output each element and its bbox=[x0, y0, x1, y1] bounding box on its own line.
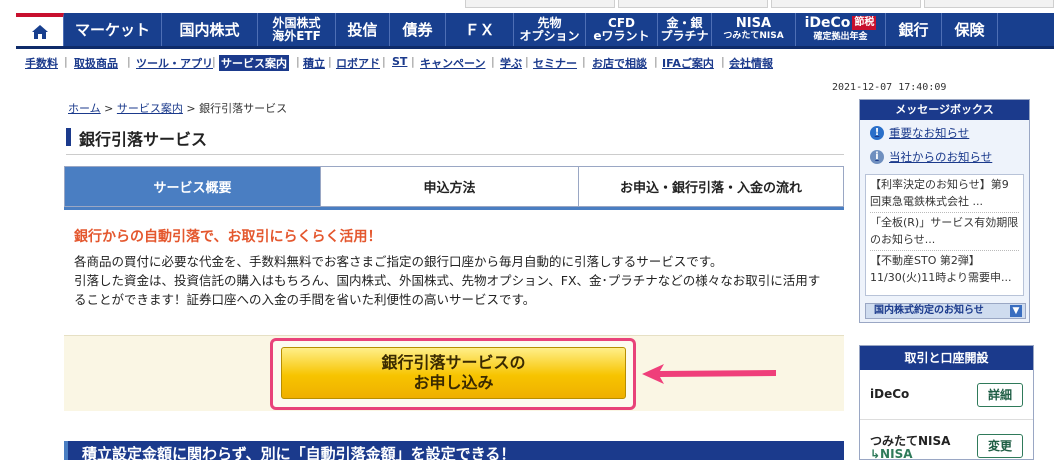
notice-item[interactable]: 【利率決定のお知らせ】第9回東急電鉄株式会社 ... bbox=[870, 177, 1019, 210]
important-notices-label: 重要なお知らせ bbox=[889, 126, 970, 140]
global-nav: マーケット 国内株式 外国株式 海外ETF 投信 債券 ＦＸ 先物 オプション … bbox=[16, 13, 1054, 49]
tab-apply-method[interactable]: 申込方法 bbox=[321, 167, 579, 206]
nav-insurance[interactable]: 保険 bbox=[942, 13, 998, 46]
subnav-tools[interactable]: ツール・アプリ bbox=[136, 55, 213, 71]
nisa-change-button[interactable]: 変更 bbox=[977, 434, 1023, 458]
account-row-nisa: つみたてNISA ↳NISA 変更 bbox=[860, 420, 1033, 460]
breadcrumb-separator: > bbox=[104, 102, 114, 115]
nav-label-line1: iDeCo bbox=[804, 14, 851, 31]
subnav-company[interactable]: 会社情報 bbox=[729, 55, 773, 71]
subnav-roboad[interactable]: ロボアド bbox=[336, 55, 380, 71]
nav-bonds[interactable]: 債券 bbox=[390, 13, 446, 46]
subnav-learn[interactable]: 学ぶ bbox=[500, 55, 522, 71]
company-notices-link[interactable]: i 当社からのお知らせ bbox=[870, 149, 992, 165]
subnav-ifa[interactable]: IFAご案内 bbox=[662, 55, 714, 71]
breadcrumb-home[interactable]: ホーム bbox=[68, 102, 101, 115]
subnav-savings[interactable]: 積立 bbox=[303, 55, 325, 71]
execution-notice-link[interactable]: 国内株式約定のお知らせ ▼ bbox=[865, 303, 1026, 319]
notice-item[interactable]: 【不動産STO 第2弾】11/30(火)11時より需要申... bbox=[870, 253, 1019, 286]
subnav-products[interactable]: 取扱商品 bbox=[74, 55, 118, 71]
next-section-heading: 積立設定金額に関わらず、別に「自動引落金額」を設定できる！ bbox=[64, 441, 844, 460]
message-box-title: メッセージボックス bbox=[860, 100, 1029, 120]
description-line: ることができます！証券口座への入金の手間を省いた利便性の高いサービスです。 bbox=[74, 292, 536, 307]
page-title: 銀行引落サービス bbox=[79, 130, 208, 149]
nav-futures-options[interactable]: 先物 オプション bbox=[514, 13, 586, 46]
subnav-services[interactable]: サービス案内 bbox=[219, 55, 289, 71]
nav-nisa[interactable]: NISA つみたてNISA bbox=[712, 13, 796, 46]
description: 各商品の買付に必要な代金を、手数料無料でお客さまご指定の銀行口座から毎月自動的に… bbox=[74, 252, 849, 309]
account-row-label: iDeCo bbox=[870, 387, 910, 401]
apply-button-line1: 銀行引落サービスの bbox=[381, 353, 526, 372]
subnav-campaign[interactable]: キャンペーン bbox=[420, 55, 485, 71]
timestamp: 2021-12-07 17:40:09 bbox=[832, 82, 947, 93]
breadcrumb-separator: > bbox=[186, 102, 196, 115]
top-tab-stub[interactable] bbox=[618, 0, 768, 8]
important-notices-link[interactable]: ! 重要なお知らせ bbox=[870, 125, 969, 141]
nav-cfd[interactable]: CFD eワラント bbox=[586, 13, 658, 46]
nav-label-line2: 海外ETF bbox=[272, 28, 321, 43]
tab-flow[interactable]: お申込・銀行引落・入金の流れ bbox=[579, 167, 843, 206]
sub-nav: 手数料 | 取扱商品 | ツール・アプリ | サービス案内 | 積立 | ロボアド | ST… bbox=[25, 55, 773, 71]
lead-text: 銀行からの自動引落で、お取引にらくらく活用！ bbox=[74, 229, 382, 245]
notice-item[interactable]: 「全板(R)」サービス有効期限のお知らせ... bbox=[870, 215, 1019, 248]
tab-overview[interactable]: サービス概要 bbox=[65, 167, 321, 206]
account-panel-title: 取引と口座開設 bbox=[860, 346, 1033, 370]
nav-gold-silver[interactable]: 金・銀 プラチナ bbox=[658, 13, 712, 46]
tax-saving-badge: 節税 bbox=[852, 15, 877, 30]
nav-label-line1: 先物 bbox=[537, 15, 562, 30]
content-tabs: サービス概要 申込方法 お申込・銀行引落・入金の流れ bbox=[64, 166, 844, 207]
pointer-arrow-icon bbox=[642, 364, 776, 384]
breadcrumb-current: 銀行引落サービス bbox=[199, 102, 288, 115]
ideco-detail-button[interactable]: 詳細 bbox=[977, 383, 1023, 407]
account-panel: 取引と口座開設 iDeCo 詳細 つみたてNISA ↳NISA 変更 bbox=[859, 345, 1034, 460]
home-icon bbox=[31, 24, 48, 39]
execution-notice-label: 国内株式約定のお知らせ bbox=[874, 305, 984, 316]
nav-label-line2: eワラント bbox=[593, 28, 650, 43]
description-line: 引落した資金は、投資信託の購入はもちろん、国内株式、外国株式、先物オプション、F… bbox=[74, 273, 821, 288]
breadcrumb-services[interactable]: サービス案内 bbox=[117, 102, 183, 115]
nav-label-line2: オプション bbox=[519, 28, 580, 43]
nav-domestic-stocks[interactable]: 国内株式 bbox=[162, 13, 258, 46]
nav-ideco[interactable]: iDeCo 節税 確定拠出年金 bbox=[796, 13, 886, 46]
nav-funds[interactable]: 投信 bbox=[336, 13, 390, 46]
subnav-fees[interactable]: 手数料 bbox=[25, 55, 58, 71]
account-row-ideco: iDeCo 詳細 bbox=[860, 370, 1033, 420]
nav-label-line1: NISA bbox=[735, 15, 772, 31]
tab-underline bbox=[64, 207, 844, 210]
company-notices-label: 当社からのお知らせ bbox=[889, 150, 993, 164]
nav-foreign-stocks[interactable]: 外国株式 海外ETF bbox=[258, 13, 336, 46]
subnav-store-consult[interactable]: お店で相談 bbox=[592, 55, 647, 71]
home-button[interactable] bbox=[16, 13, 64, 46]
nav-fx[interactable]: ＦＸ bbox=[446, 13, 514, 46]
nav-label-line1: CFD bbox=[608, 15, 635, 30]
description-line: 各商品の買付に必要な代金を、手数料無料でお客さまご指定の銀行口座から毎月自動的に… bbox=[74, 254, 723, 269]
notice-list[interactable]: 【利率決定のお知らせ】第9回東急電鉄株式会社 ... 「全板(R)」サービス有効… bbox=[865, 174, 1024, 296]
top-tab-stub[interactable] bbox=[465, 0, 615, 8]
page-title-block: 銀行引落サービス bbox=[66, 125, 844, 155]
message-box: メッセージボックス ! 重要なお知らせ i 当社からのお知らせ 【利率決定のお知… bbox=[859, 99, 1030, 323]
subnav-seminar[interactable]: セミナー bbox=[533, 55, 577, 71]
subnav-st[interactable]: ST bbox=[392, 55, 407, 68]
nav-bank[interactable]: 銀行 bbox=[886, 13, 942, 46]
title-accent-bar bbox=[66, 128, 71, 146]
info-icon: i bbox=[870, 150, 884, 164]
arrow-down-icon: ▼ bbox=[1010, 305, 1022, 317]
apply-button[interactable]: 銀行引落サービスの お申し込み bbox=[281, 347, 626, 399]
breadcrumb: ホーム > サービス案内 > 銀行引落サービス bbox=[68, 100, 287, 116]
nav-label-line2: つみたてNISA bbox=[723, 30, 784, 41]
top-tab-stub[interactable] bbox=[924, 0, 1054, 8]
nav-market[interactable]: マーケット bbox=[64, 13, 162, 46]
nav-label-line1: 外国株式 bbox=[272, 15, 321, 30]
nav-label-line2: プラチナ bbox=[660, 28, 709, 43]
top-strip bbox=[0, 0, 1054, 13]
nav-label-line1: 金・銀 bbox=[666, 15, 703, 30]
account-row-sublabel: ↳NISA bbox=[870, 447, 913, 460]
apply-button-line2: お申し込み bbox=[413, 373, 494, 392]
nav-label-line2: 確定拠出年金 bbox=[813, 31, 868, 42]
top-tab-stub[interactable] bbox=[771, 0, 921, 8]
notice-icon: ! bbox=[870, 126, 884, 140]
